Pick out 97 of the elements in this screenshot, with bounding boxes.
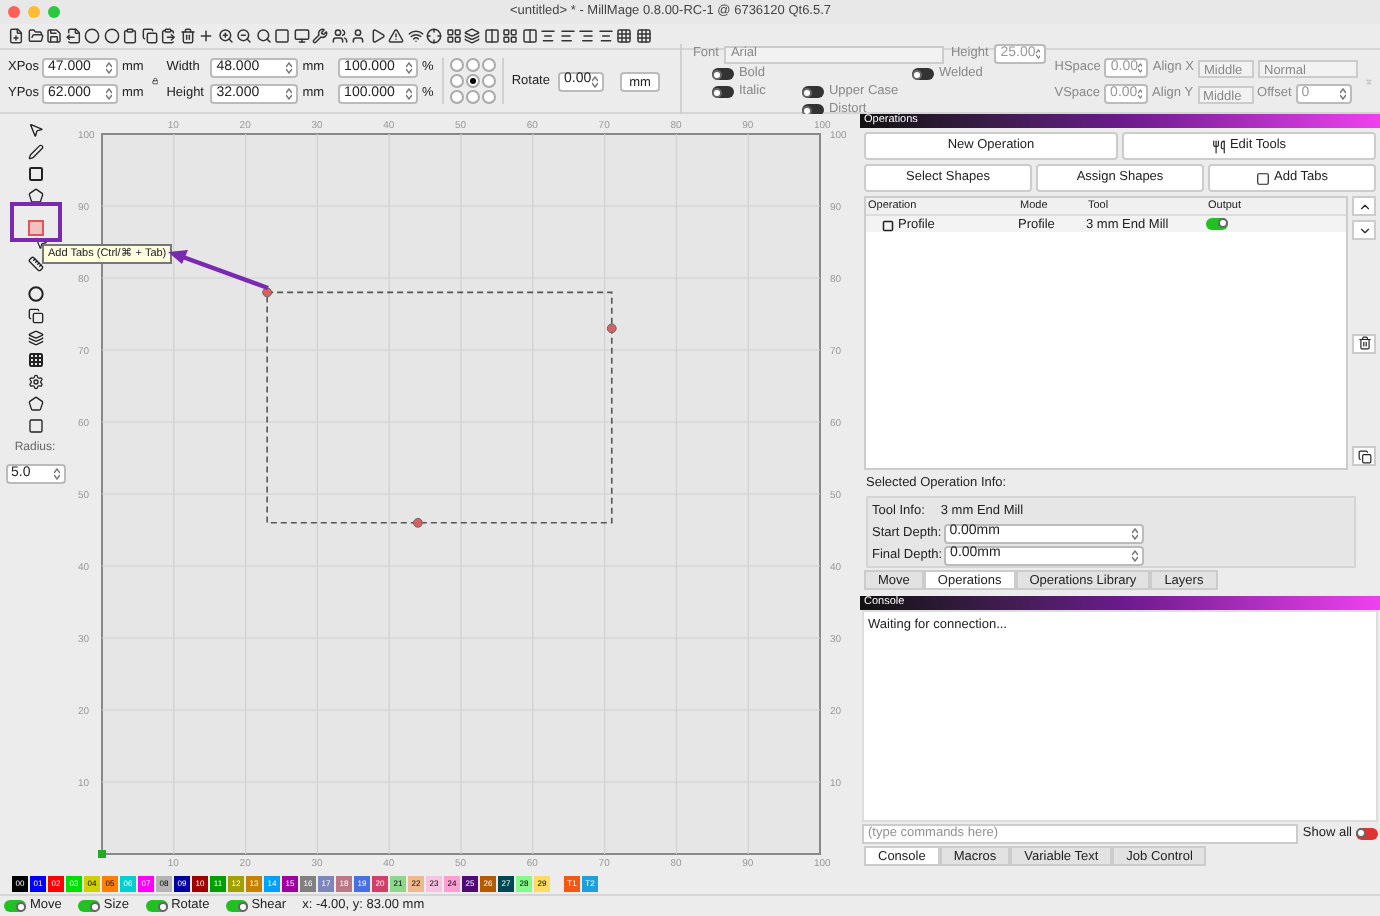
pentagon-icon[interactable] <box>27 396 43 412</box>
columns-icon[interactable] <box>521 28 537 44</box>
tab-point[interactable] <box>606 323 617 334</box>
spinner-arrows-icon[interactable] <box>1339 88 1346 100</box>
tools-icon <box>1211 139 1226 153</box>
spinner-arrows-icon[interactable] <box>106 88 112 100</box>
lock-icon[interactable] <box>151 72 159 90</box>
crosshair-icon[interactable] <box>426 28 442 44</box>
toggle-switch[interactable] <box>802 86 825 98</box>
layers-icon[interactable] <box>464 28 480 44</box>
move-up-button[interactable] <box>1352 196 1376 216</box>
profile-icon <box>882 220 894 233</box>
wifi-icon[interactable] <box>407 28 423 44</box>
anchor-radio[interactable] <box>465 58 480 72</box>
highlight-frame <box>10 202 62 242</box>
user-icon[interactable] <box>350 28 366 44</box>
spinner-arrows-icon[interactable] <box>286 88 293 100</box>
square-icon[interactable] <box>27 166 43 182</box>
tab-point[interactable] <box>262 287 273 298</box>
spinner-arrows-icon[interactable] <box>406 88 413 100</box>
toggle-switch[interactable] <box>145 900 168 912</box>
toggle-switch[interactable] <box>225 900 248 912</box>
tab-tool-icon[interactable] <box>27 220 43 236</box>
zoom-out-icon[interactable] <box>236 28 252 44</box>
anchor-radio[interactable] <box>481 90 496 104</box>
anchor-radio[interactable] <box>465 74 480 88</box>
bracket-icon <box>1256 171 1270 185</box>
layers-icon[interactable] <box>27 330 43 346</box>
toggle-switch[interactable] <box>1356 827 1378 840</box>
copy-icon[interactable] <box>141 28 157 44</box>
pointer-icon[interactable] <box>27 122 43 138</box>
align-left-icon[interactable] <box>559 28 575 44</box>
clipboard-icon[interactable] <box>122 28 138 44</box>
spinner-arrows-icon[interactable] <box>106 62 112 74</box>
toggle-switch[interactable] <box>912 68 935 80</box>
warning-icon[interactable] <box>388 28 404 44</box>
pentagon-icon[interactable] <box>27 188 43 204</box>
spinner-arrows-icon[interactable] <box>286 62 293 74</box>
search-icon[interactable] <box>255 28 271 44</box>
chevron-down-icon <box>1357 223 1371 237</box>
toggle-switch[interactable] <box>1206 217 1228 230</box>
trash-icon <box>1357 336 1371 350</box>
copy-icon <box>1357 449 1371 463</box>
pen-icon[interactable] <box>27 144 43 160</box>
trash-icon[interactable] <box>179 28 195 44</box>
square-icon[interactable] <box>27 418 43 434</box>
paste-icon[interactable] <box>160 28 176 44</box>
anchor-radio[interactable] <box>465 90 480 104</box>
spinner-arrows-icon[interactable] <box>591 75 598 87</box>
spinner-arrows-icon[interactable] <box>406 62 413 74</box>
spinner-arrows-icon[interactable] <box>1132 549 1139 561</box>
anchor-radio[interactable] <box>449 74 464 88</box>
spinner-arrows-icon[interactable] <box>1137 88 1143 100</box>
spinner-arrows-icon[interactable] <box>1138 62 1143 74</box>
duplicate-button[interactable] <box>1352 446 1376 466</box>
align-center-icon[interactable] <box>540 28 556 44</box>
toggle-switch[interactable] <box>712 68 735 80</box>
grid-icon[interactable] <box>445 28 461 44</box>
spinner-arrows-icon[interactable] <box>53 468 59 480</box>
save-icon[interactable] <box>46 28 62 44</box>
ruler-icon[interactable] <box>27 256 43 272</box>
delete-button[interactable] <box>1352 333 1376 353</box>
anchor-radio[interactable] <box>481 74 496 88</box>
chevron-up-icon <box>1357 199 1371 213</box>
copy-icon[interactable] <box>27 308 43 324</box>
spinner-arrows-icon[interactable] <box>1131 527 1138 539</box>
grid-icon[interactable] <box>502 28 518 44</box>
toggle-switch[interactable] <box>712 86 735 98</box>
new-file-icon[interactable] <box>8 28 24 44</box>
anchor-radio[interactable] <box>481 58 496 72</box>
columns-icon[interactable] <box>483 28 499 44</box>
origin-marker <box>98 850 106 858</box>
zoom-in-icon[interactable] <box>217 28 233 44</box>
plus-icon[interactable] <box>198 28 214 44</box>
align-center-icon[interactable] <box>597 28 613 44</box>
circle-icon[interactable] <box>84 28 100 44</box>
align-right-icon[interactable] <box>578 28 594 44</box>
move-down-button[interactable] <box>1352 220 1376 240</box>
toggle-switch[interactable] <box>4 900 26 912</box>
anchor-radio[interactable] <box>449 90 464 104</box>
circle-icon[interactable] <box>27 286 43 302</box>
wrench-icon[interactable] <box>312 28 328 44</box>
users-icon[interactable] <box>331 28 347 44</box>
play-icon[interactable] <box>369 28 385 44</box>
anchor-radio[interactable] <box>449 58 464 72</box>
spinner-arrows-icon[interactable] <box>1035 48 1041 60</box>
export-icon[interactable] <box>65 28 81 44</box>
tab-point[interactable] <box>413 517 423 528</box>
folder-icon[interactable] <box>27 28 43 44</box>
gear-icon[interactable] <box>27 374 43 390</box>
monitor-icon[interactable] <box>293 28 309 44</box>
grid-icon[interactable] <box>635 28 651 44</box>
annotation-arrow <box>164 246 272 294</box>
grid-icon[interactable] <box>616 28 632 44</box>
grid-icon[interactable] <box>27 352 43 368</box>
circle-icon[interactable] <box>103 28 119 44</box>
toggle-switch[interactable] <box>77 900 100 912</box>
